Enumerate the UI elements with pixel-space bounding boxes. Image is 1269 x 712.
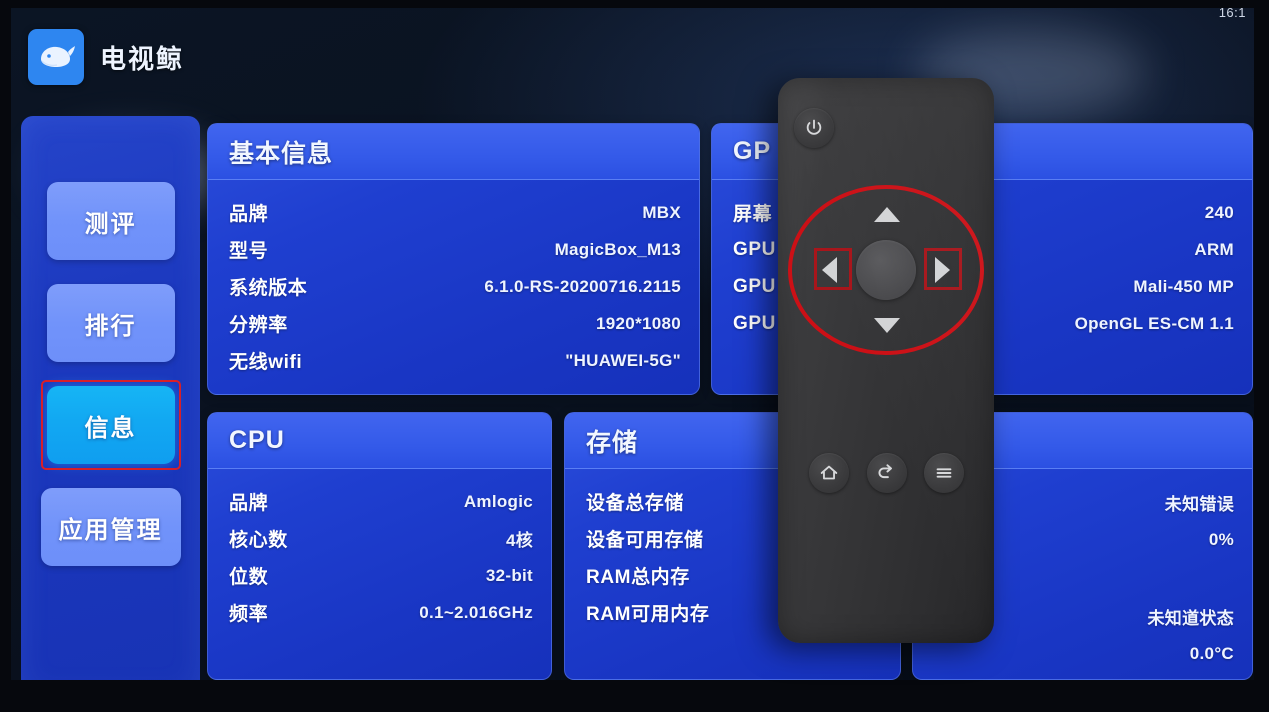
row-key: 型号 (229, 241, 269, 262)
sidebar-item-label: 应用管理 (58, 516, 163, 544)
row-value: 未知错误 (1164, 494, 1234, 514)
row-key: RAM总内存 (586, 567, 690, 588)
row-value: OpenGL ES-CM 1.1 (1074, 313, 1234, 333)
row-key: 设备可用存储 (586, 530, 704, 551)
row-key: 设备总存储 (586, 493, 685, 514)
arrow-down-icon[interactable] (874, 318, 900, 333)
table-row: 品牌 Amlogic (229, 483, 533, 520)
card-title: CPU (229, 426, 285, 454)
back-icon[interactable] (866, 453, 907, 493)
table-row: 品牌 MBX (229, 194, 681, 231)
card-basic-info: 基本信息 品牌 MBX 型号 MagicBox_M13 系统版本 6.1.0-R… (207, 123, 700, 395)
sidebar-item-evaluation[interactable]: 测评 (46, 182, 175, 260)
card-header: CPU (208, 413, 551, 469)
arrow-up-icon[interactable] (874, 207, 900, 222)
row-key: 屏幕 (733, 204, 773, 225)
row-value: ARM (1194, 239, 1234, 259)
row-value: 6.1.0-RS-20200716.2115 (484, 276, 681, 296)
row-key: 系统版本 (229, 278, 308, 299)
ok-button[interactable] (856, 240, 916, 300)
row-value: 未知道状态 (1147, 608, 1234, 628)
home-icon[interactable] (809, 453, 849, 493)
row-value: 1920*1080 (596, 313, 681, 333)
row-key: 核心数 (229, 530, 288, 551)
row-key: GPU (733, 275, 776, 297)
row-value: Amlogic (463, 491, 533, 511)
card-body: 品牌 Amlogic 核心数 4核 位数 32-bit 频率 0.1~2.016… (208, 469, 551, 679)
whale-icon (28, 29, 84, 85)
remote-control[interactable] (778, 78, 994, 643)
table-row: 型号 MagicBox_M13 (229, 231, 681, 268)
row-value: MagicBox_M13 (554, 239, 681, 259)
row-value: 0.1~2.016GHz (419, 602, 533, 622)
arrow-right-icon[interactable] (935, 257, 950, 283)
row-value: 32-bit (485, 565, 533, 585)
row-value: "HUAWEI-5G" (565, 350, 681, 370)
menu-icon[interactable] (924, 453, 964, 493)
card-title: GP (733, 137, 772, 165)
tv-photo-frame: 16:1 电视鲸 测评 排行 信息 应用管理 基本信息 品牌 MBX 型号 Ma… (0, 0, 1269, 712)
row-key: 品牌 (229, 493, 269, 514)
row-key: 频率 (229, 604, 269, 625)
row-value: 0% (1208, 530, 1234, 549)
sidebar-item-label: 信息 (84, 414, 137, 442)
sidebar: 测评 排行 信息 应用管理 (21, 116, 200, 680)
table-row: 分辨率 1920*1080 (229, 305, 681, 342)
row-key: 品牌 (229, 204, 269, 225)
row-key: GPU (733, 238, 776, 260)
row-key: 分辨率 (229, 315, 288, 336)
info-cards-grid: 基本信息 品牌 MBX 型号 MagicBox_M13 系统版本 6.1.0-R… (207, 123, 1253, 680)
row-key: 位数 (229, 567, 269, 588)
remote-bottom-buttons (809, 453, 964, 493)
row-key: 无线wifi (229, 352, 303, 373)
sidebar-item-label: 测评 (84, 210, 137, 238)
table-row: 无线wifi "HUAWEI-5G" (229, 342, 681, 379)
row-value: MBX (642, 202, 681, 222)
table-row: 系统版本 6.1.0-RS-20200716.2115 (229, 268, 681, 305)
card-title: 存储 (586, 428, 639, 457)
table-row: 核心数 4核 (229, 520, 533, 557)
dpad[interactable] (788, 185, 984, 355)
row-value: 4核 (505, 531, 533, 550)
page-title: 电视鲸 (100, 43, 185, 74)
sidebar-item-label: 排行 (84, 312, 137, 340)
row-key: RAM可用内存 (586, 604, 710, 625)
power-icon[interactable] (794, 108, 834, 148)
card-body: 品牌 MBX 型号 MagicBox_M13 系统版本 6.1.0-RS-202… (208, 180, 699, 394)
app-header: 电视鲸 (28, 29, 184, 85)
row-value: 240 (1204, 202, 1234, 222)
card-title: 基本信息 (229, 139, 334, 168)
card-header: 基本信息 (208, 124, 699, 180)
sidebar-item-app-management[interactable]: 应用管理 (40, 488, 181, 566)
tv-screen: 16:1 电视鲸 测评 排行 信息 应用管理 基本信息 品牌 MBX 型号 Ma… (11, 8, 1254, 680)
status-clock: 16:1 (1218, 8, 1246, 20)
row-value: Mali-450 MP (1133, 276, 1234, 296)
arrow-left-icon[interactable] (822, 257, 837, 283)
sidebar-item-info[interactable]: 信息 (40, 380, 181, 470)
sidebar-item-ranking[interactable]: 排行 (46, 284, 175, 362)
row-value: 0.0°C (1189, 644, 1234, 663)
table-row: 位数 32-bit (229, 557, 533, 594)
row-key: GPU (733, 312, 776, 334)
card-cpu-info: CPU 品牌 Amlogic 核心数 4核 位数 32-bit 频率 0.1~2… (207, 412, 552, 680)
table-row: 频率 0.1~2.016GHz (229, 594, 533, 631)
